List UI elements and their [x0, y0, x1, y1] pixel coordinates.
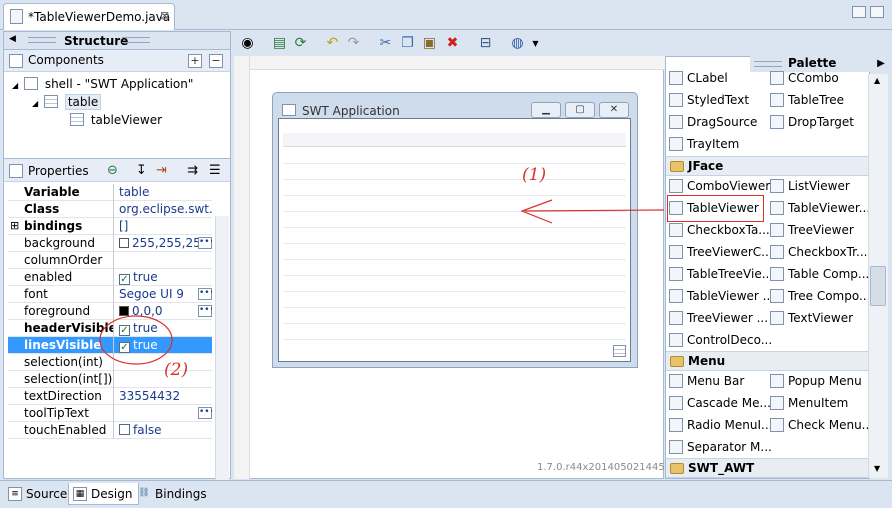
annotation-arrow-line	[524, 209, 665, 212]
annotation-overlay	[99, 199, 665, 365]
annotation-circle	[99, 315, 173, 365]
